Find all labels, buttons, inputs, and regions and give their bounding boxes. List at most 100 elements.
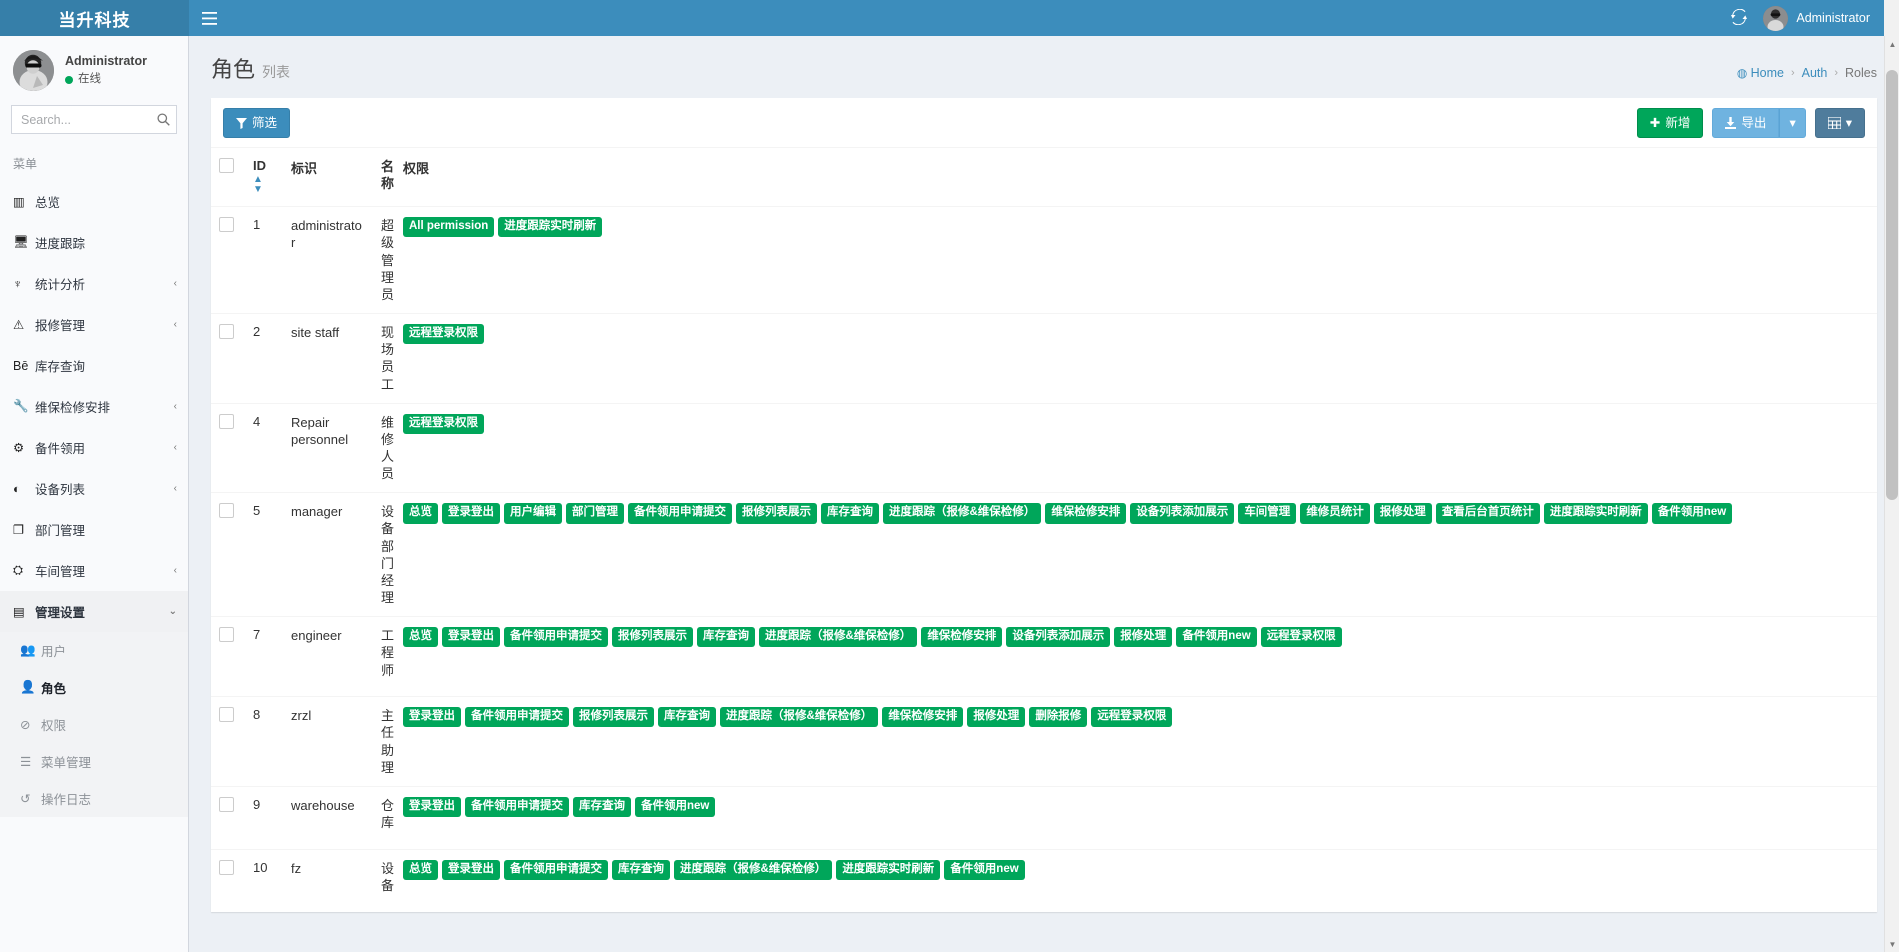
sidebar-user-status: 在线 [65, 71, 147, 89]
user-menu[interactable]: Administrator [1763, 6, 1870, 31]
permission-tag-list: 总览登录登出备件领用申请提交库存查询进度跟踪（报修&维保检修）进度跟踪实时刷新备… [403, 860, 1869, 880]
scroll-up-arrow[interactable]: ▲ [1885, 36, 1899, 52]
roles-box: 筛选 ✚ 新增 导出 [211, 98, 1877, 912]
sidebar-item-8[interactable]: ◐设备列表‹ [0, 468, 188, 509]
download-icon [1725, 117, 1736, 129]
row-checkbox[interactable] [219, 797, 234, 812]
permission-tag: 报修列表展示 [736, 503, 817, 523]
permission-tag: 进度跟踪实时刷新 [498, 217, 602, 237]
row-slug-cell: engineer [283, 617, 373, 697]
sidebar-subitem-1[interactable]: 👥用户 [0, 632, 188, 669]
online-status-dot [65, 76, 73, 84]
sidebar-item-label: 车间管理 [35, 561, 174, 580]
search-button[interactable] [151, 105, 175, 134]
permission-tag: 备件领用new [944, 860, 1024, 880]
row-checkbox[interactable] [219, 627, 234, 642]
column-header-permissions-label: 权限 [403, 161, 429, 176]
chevron-icon: ‹ [174, 442, 177, 453]
breadcrumb-item-auth[interactable]: Auth [1802, 66, 1828, 80]
sidebar-subitem-label: 角色 [41, 678, 177, 697]
permission-tag: 进度跟踪（报修&维保检修） [720, 707, 878, 727]
sidebar-subitem-5[interactable]: ↺操作日志 [0, 780, 188, 817]
row-slug-cell: fz [283, 849, 373, 912]
sidebar-item-6[interactable]: 🔧维保检修安排‹ [0, 386, 188, 427]
row-checkbox[interactable] [219, 860, 234, 875]
sidebar-subitem-3[interactable]: ⊘权限 [0, 706, 188, 743]
row-checkbox[interactable] [219, 707, 234, 722]
table-row: 2site staff现场员工远程登录权限 [211, 314, 1877, 404]
permission-tag: 备件领用new [1176, 627, 1256, 647]
refresh-button[interactable] [1731, 9, 1747, 28]
user-icon: 👤 [20, 680, 41, 695]
column-header-id[interactable]: ID ▲▼ [245, 148, 283, 207]
permission-tag: 备件领用申请提交 [504, 627, 608, 647]
cogs-icon: ⚙ [13, 440, 35, 455]
sidebar-item-7[interactable]: ⚙备件领用‹ [0, 427, 188, 468]
breadcrumb: ◍ Home›Auth›Roles [1737, 66, 1877, 84]
row-name-cell: 工程师 [373, 617, 395, 697]
toolbar-actions: ✚ 新增 导出 ▾ [1637, 108, 1865, 138]
table-row: 9warehouse仓库登录登出备件领用申请提交库存查询备件领用new [211, 786, 1877, 849]
row-select-cell [211, 493, 245, 617]
sidebar-item-10[interactable]: ⛭车间管理‹ [0, 550, 188, 591]
add-new-button[interactable]: ✚ 新增 [1637, 108, 1704, 138]
export-dropdown-toggle[interactable]: ▾ [1779, 108, 1805, 138]
row-checkbox[interactable] [219, 503, 234, 518]
sidebar-subitem-label: 权限 [41, 715, 177, 734]
filter-button[interactable]: 筛选 [223, 108, 290, 138]
sidebar-toggle-button[interactable] [189, 0, 229, 36]
page-scrollbar[interactable]: ▲ ▼ [1884, 36, 1899, 952]
row-select-cell [211, 207, 245, 314]
sidebar-item-11[interactable]: ▤管理设置⌄ [0, 591, 188, 632]
select-all-checkbox[interactable] [219, 158, 234, 173]
permission-tag-list: 总览登录登出备件领用申请提交报修列表展示库存查询进度跟踪（报修&维保检修）维保检… [403, 627, 1869, 647]
export-button[interactable]: 导出 [1712, 108, 1779, 138]
permission-tag: 登录登出 [442, 503, 500, 523]
sidebar-item-4[interactable]: ⚠报修管理‹ [0, 304, 188, 345]
sidebar-subitem-label: 用户 [41, 641, 177, 660]
roles-table-body: 1administrator超级管理员All permission进度跟踪实时刷… [211, 207, 1877, 913]
row-select-cell [211, 849, 245, 912]
sidebar-submenu: 👥用户👤角色⊘权限☰菜单管理↺操作日志 [0, 632, 188, 817]
sidebar-item-2[interactable]: 🖥进度跟踪 [0, 222, 188, 263]
roles-table-container: ID ▲▼ 标识 名称 权限 [211, 147, 1877, 912]
permission-tag: 远程登录权限 [403, 414, 484, 434]
sidebar-item-9[interactable]: ❐部门管理 [0, 509, 188, 550]
sidebar-item-5[interactable]: Bē库存查询 [0, 345, 188, 386]
row-checkbox[interactable] [219, 324, 234, 339]
bar-chart-icon: ▥ [13, 194, 35, 209]
permission-tag: 库存查询 [573, 797, 631, 817]
breadcrumb-item-home[interactable]: ◍ Home [1737, 66, 1784, 80]
scroll-down-arrow[interactable]: ▼ [1885, 936, 1899, 952]
permission-tag: 库存查询 [821, 503, 879, 523]
sidebar-item-label: 管理设置 [35, 602, 169, 621]
row-id-cell: 8 [245, 697, 283, 787]
row-checkbox[interactable] [219, 217, 234, 232]
sidebar-item-label: 统计分析 [35, 274, 174, 293]
sort-icon[interactable]: ▲▼ [253, 175, 275, 195]
sidebar-subitem-label: 菜单管理 [41, 752, 177, 771]
sidebar-item-1[interactable]: ▥总览 [0, 181, 188, 222]
table-row: 1administrator超级管理员All permission进度跟踪实时刷… [211, 207, 1877, 314]
sidebar-item-3[interactable]: ♆统计分析‹ [0, 263, 188, 304]
table-row: 8zrzl主任助理登录登出备件领用申请提交报修列表展示库存查询进度跟踪（报修&维… [211, 697, 1877, 787]
sidebar-subitem-label: 操作日志 [41, 789, 177, 808]
row-checkbox[interactable] [219, 414, 234, 429]
sidebar-subitem-2[interactable]: 👤角色 [0, 669, 188, 706]
sidebar-menu: ▥总览🖥进度跟踪♆统计分析‹⚠报修管理‹Bē库存查询🔧维保检修安排‹⚙备件领用‹… [0, 181, 188, 817]
column-chooser-button[interactable]: ▾ [1815, 108, 1865, 138]
sidebar-subitem-4[interactable]: ☰菜单管理 [0, 743, 188, 780]
row-select-cell [211, 314, 245, 404]
sidebar-user-name: Administrator [65, 52, 147, 71]
permission-tag-list: 远程登录权限 [403, 414, 1869, 434]
permission-tag: 备件领用申请提交 [465, 707, 569, 727]
permission-tag: 总览 [403, 627, 438, 647]
chevron-icon: ‹ [174, 565, 177, 576]
brand-logo[interactable]: 当升科技 [0, 0, 189, 36]
column-header-name: 名称 [373, 148, 395, 207]
scrollbar-thumb[interactable] [1886, 70, 1898, 500]
row-slug-cell: zrzl [283, 697, 373, 787]
permission-tag: 登录登出 [442, 627, 500, 647]
page-title: 角色列表 [211, 52, 290, 84]
select-all-header [211, 148, 245, 207]
